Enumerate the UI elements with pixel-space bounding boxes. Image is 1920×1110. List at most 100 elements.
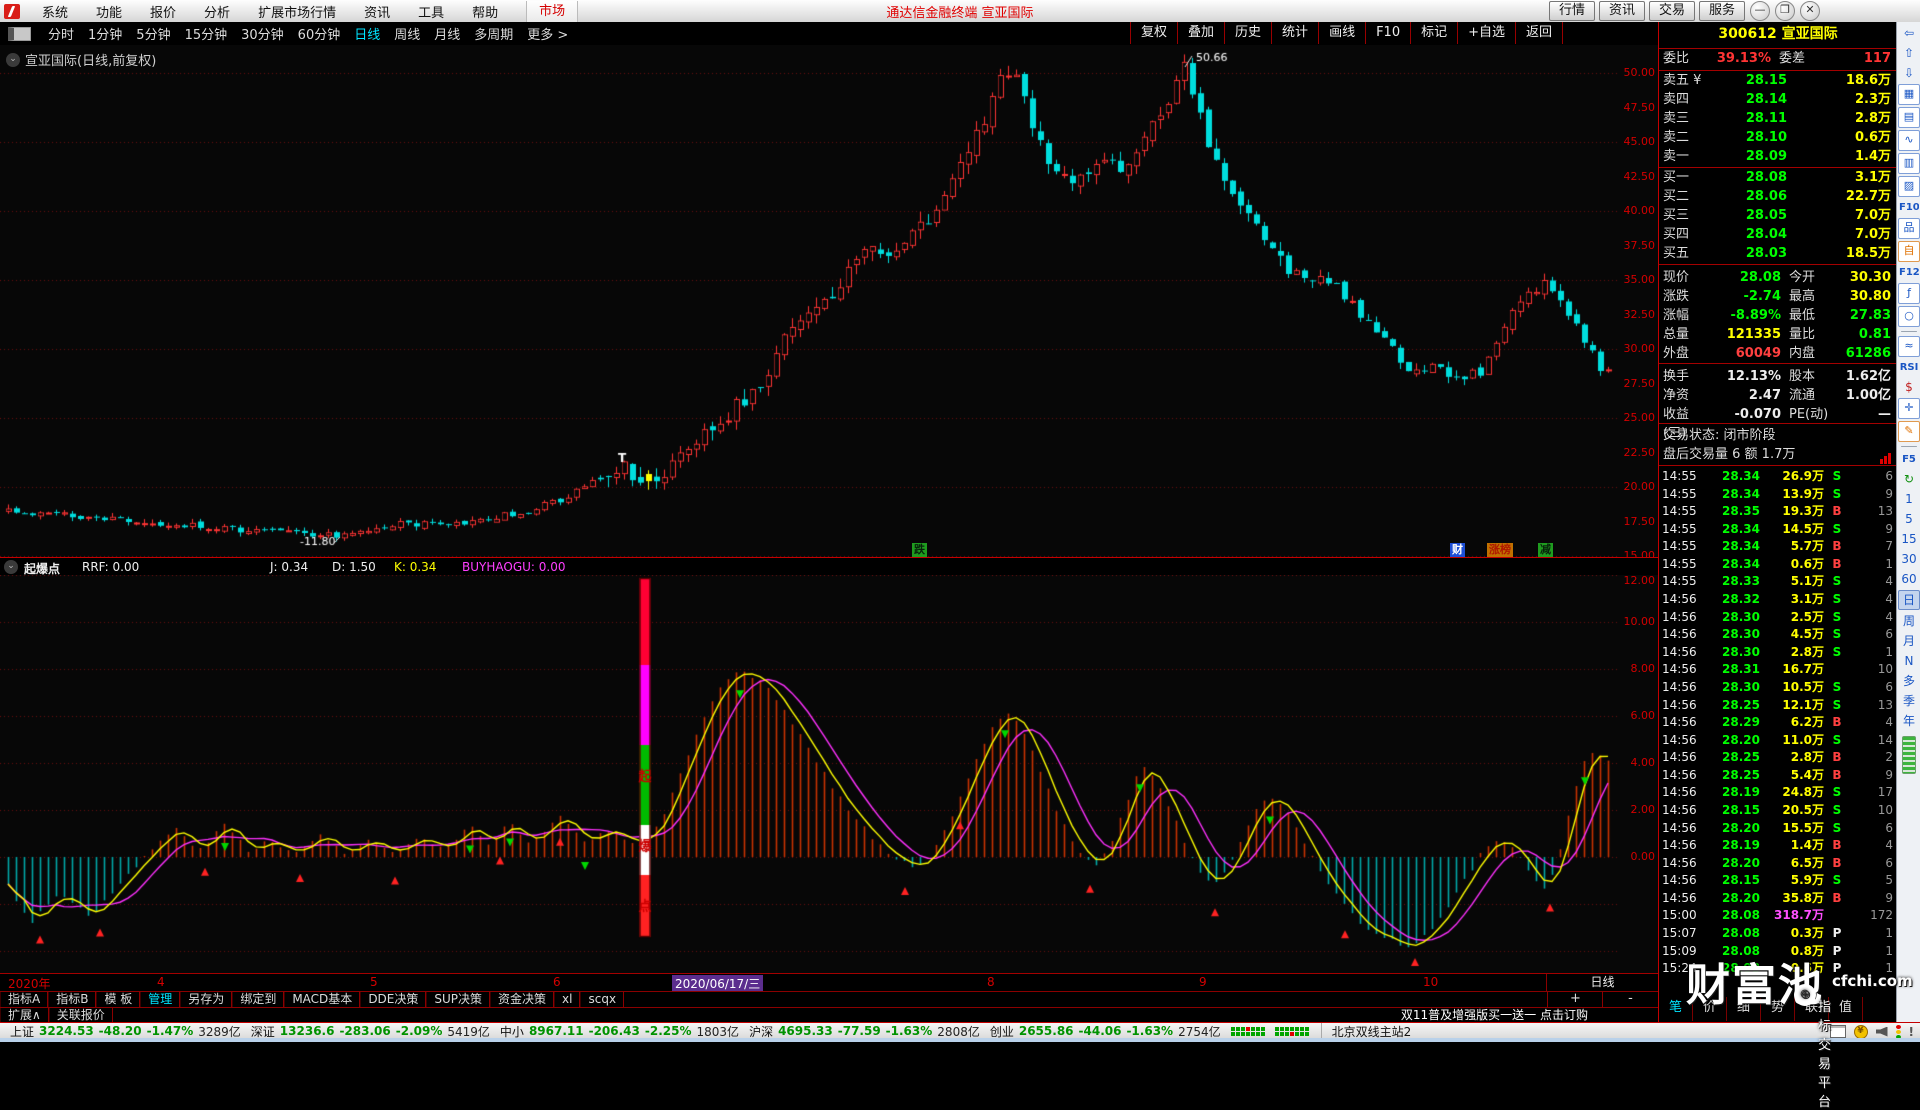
period-month[interactable]: 月 — [1899, 632, 1919, 650]
f5-button[interactable]: F5 — [1899, 451, 1919, 468]
bottom-tab-绑定到[interactable]: 绑定到 — [232, 992, 285, 1008]
bottom-tab-指标B[interactable]: 指标B — [48, 992, 97, 1008]
menu-item-系统[interactable]: 系统 — [28, 2, 82, 21]
tick-row[interactable]: 14:56 28.15 20.5万 S 10 — [1659, 802, 1897, 820]
period-tab-周线[interactable]: 周线 — [387, 24, 427, 43]
oscillator-canvas[interactable] — [0, 575, 1618, 973]
chevron-down-icon[interactable]: ⌄ — [4, 560, 18, 574]
ask-row[interactable]: 卖三 28.11 2.8万 — [1659, 109, 1897, 128]
period-tab-更多 >[interactable]: 更多 > — [520, 24, 575, 43]
period-tab-多周期[interactable]: 多周期 — [467, 24, 520, 43]
bottom-tab-资金决策[interactable]: 资金决策 — [490, 992, 555, 1008]
menu-item-扩展市场行情[interactable]: 扩展市场行情 — [244, 2, 350, 21]
formula-icon[interactable]: ƒ — [1898, 283, 1920, 304]
ask-row[interactable]: 卖二 28.10 0.6万 — [1659, 128, 1897, 147]
wave-icon[interactable]: ≈ — [1898, 336, 1920, 357]
tick-row[interactable]: 14:56 28.20 6.5万 B 6 — [1659, 855, 1897, 873]
board-icon[interactable]: ▦ — [1898, 84, 1920, 105]
tick-row[interactable]: 14:55 28.35 19.3万 B 13 — [1659, 503, 1897, 521]
bottom-tab-指标A[interactable]: 指标A — [0, 992, 49, 1008]
scrollbar-thumb[interactable] — [1902, 736, 1916, 774]
period-15[interactable]: 15 — [1899, 530, 1919, 548]
ask-row[interactable]: 卖四 28.14 2.3万 — [1659, 90, 1897, 109]
speaker-icon[interactable] — [1875, 1026, 1888, 1037]
server-name[interactable]: 北京双线主站2 — [1320, 1022, 1411, 1040]
quote-tab-联[interactable]: 联 — [1795, 997, 1829, 1021]
tick-row[interactable]: 14:56 28.19 1.4万 B 4 — [1659, 837, 1897, 855]
tick-row[interactable]: 15:07 28.08 0.3万 P 1 — [1659, 925, 1897, 943]
minimize-button[interactable]: — — [1750, 1, 1770, 21]
pencil-icon[interactable]: ✎ — [1898, 421, 1920, 442]
tick-row[interactable]: 14:55 28.34 13.9万 S 9 — [1659, 486, 1897, 504]
index-上证[interactable]: 上证 3224.53 -48.20 -1.47% 3289亿 — [10, 1023, 241, 1040]
promo-link[interactable]: 双11普及增强版买一送一 点击订购 — [1401, 1008, 1588, 1023]
titlebar-button-行情[interactable]: 行情 — [1548, 1, 1595, 21]
move-icon[interactable]: ✛ — [1898, 398, 1920, 419]
tick-row[interactable]: 14:56 28.31 16.7万 10 — [1659, 661, 1897, 679]
ask-row[interactable]: 卖一 28.09 1.4万 — [1659, 147, 1897, 166]
tool-F10[interactable]: F10 — [1366, 22, 1412, 44]
index-沪深[interactable]: 沪深 4695.33 -77.59 -1.63% 2808亿 — [749, 1023, 980, 1040]
app-logo-icon[interactable] — [4, 3, 20, 19]
period-tab-分时[interactable]: 分时 — [41, 24, 81, 43]
bottom-tab-xl[interactable]: xl — [554, 992, 581, 1008]
ask-row[interactable]: 卖五 ¥28.15 18.6万 — [1659, 71, 1897, 90]
tool-叠加[interactable]: 叠加 — [1178, 22, 1226, 44]
close-button[interactable]: ✕ — [1800, 1, 1820, 21]
tick-row[interactable]: 14:56 28.20 15.5万 S 6 — [1659, 820, 1897, 838]
tick-row[interactable]: 14:56 28.25 5.4万 B 9 — [1659, 767, 1897, 785]
period-day[interactable]: 日 — [1898, 590, 1920, 610]
tool-复权[interactable]: 复权 — [1131, 22, 1179, 44]
tick-row[interactable]: 14:56 28.30 10.5万 S 6 — [1659, 679, 1897, 697]
main-chart-panel[interactable]: ⌄ 宣亚国际(日线,前复权) 跌 财 涨榜 减 — [0, 45, 1658, 557]
quote-tab-势[interactable]: 势 — [1761, 997, 1795, 1021]
log-icon[interactable] — [1829, 1025, 1846, 1038]
stock-title[interactable]: 300612 宣亚国际 — [1659, 22, 1897, 49]
period-indicator[interactable]: 日线 — [1546, 974, 1658, 991]
tick-row[interactable]: 14:56 28.30 2.8万 S 1 — [1659, 644, 1897, 662]
period-multi[interactable]: 多 — [1899, 672, 1919, 690]
menu-item-工具[interactable]: 工具 — [404, 2, 458, 21]
mini-bar-icon[interactable] — [1880, 445, 1897, 464]
tick-row[interactable]: 15:24 28.08 0.6万 P 1 — [1659, 960, 1897, 978]
period-tab-15分钟[interactable]: 15分钟 — [178, 24, 235, 43]
index-创业[interactable]: 创业 2655.86 -44.06 -1.63% 2754亿 — [990, 1023, 1221, 1040]
titlebar-button-交易[interactable]: 交易 — [1648, 1, 1695, 21]
period-year[interactable]: 年 — [1899, 712, 1919, 730]
tick-list[interactable]: 14:55 28.34 26.9万 S 6 14:55 28.34 13.9万 S 9 14:55 2… — [1659, 468, 1897, 979]
tick-row[interactable]: 14:55 28.34 5.7万 B 7 — [1659, 538, 1897, 556]
menu-item-分析[interactable]: 分析 — [190, 2, 244, 21]
bottom-tab-DDE决策[interactable]: DDE决策 — [360, 992, 427, 1008]
tick-row[interactable]: 14:56 28.15 5.9万 S 5 — [1659, 872, 1897, 890]
tick-row[interactable]: 14:56 28.25 12.1万 S 13 — [1659, 697, 1897, 715]
period-tab-60分钟[interactable]: 60分钟 — [291, 24, 348, 43]
tick-row[interactable]: 14:56 28.20 11.0万 S 14 — [1659, 732, 1897, 750]
chevron-down-icon[interactable]: ⌄ — [6, 52, 20, 67]
period-5[interactable]: 5 — [1899, 510, 1919, 528]
tick-row[interactable]: 14:56 28.20 35.8万 B 9 — [1659, 890, 1897, 908]
titlebar-button-服务[interactable]: 服务 — [1698, 1, 1745, 21]
tick-row[interactable]: 14:55 28.34 14.5万 S 9 — [1659, 521, 1897, 539]
tick-row[interactable]: 14:56 28.25 2.8万 B 2 — [1659, 749, 1897, 767]
tool-画线[interactable]: 画线 — [1319, 22, 1367, 44]
f12-button[interactable]: F12 — [1899, 264, 1919, 281]
up-icon[interactable]: ⇧ — [1899, 44, 1919, 62]
restore-button[interactable]: ❐ — [1775, 1, 1795, 21]
period-60[interactable]: 60 — [1899, 570, 1919, 588]
self-select-icon[interactable]: 自 — [1898, 241, 1920, 262]
f10-button[interactable]: F10 — [1899, 199, 1919, 216]
coin-icon[interactable]: ¥ — [1853, 1024, 1868, 1039]
bid-row[interactable]: 买三 28.05 7.0万 — [1659, 206, 1897, 225]
tick-row[interactable]: 15:00 28.08 318.7万 172 — [1659, 907, 1897, 925]
period-30[interactable]: 30 — [1899, 550, 1919, 568]
bid-row[interactable]: 买四 28.04 7.0万 — [1659, 225, 1897, 244]
market-heatmap-icon[interactable] — [1230, 1026, 1265, 1036]
zoom-in-button[interactable]: + — [1547, 992, 1603, 1007]
period-tab-30分钟[interactable]: 30分钟 — [234, 24, 291, 43]
bottom-tab-扩展∧[interactable]: 扩展∧ — [0, 1008, 49, 1023]
connection-status-icon[interactable] — [1895, 1024, 1901, 1039]
tick-row[interactable]: 15:09 28.08 0.8万 P 1 — [1659, 943, 1897, 961]
period-tab-5分钟[interactable]: 5分钟 — [129, 24, 177, 43]
period-quarter[interactable]: 季 — [1899, 692, 1919, 710]
tick-row[interactable]: 14:55 28.34 0.6万 B 1 — [1659, 556, 1897, 574]
